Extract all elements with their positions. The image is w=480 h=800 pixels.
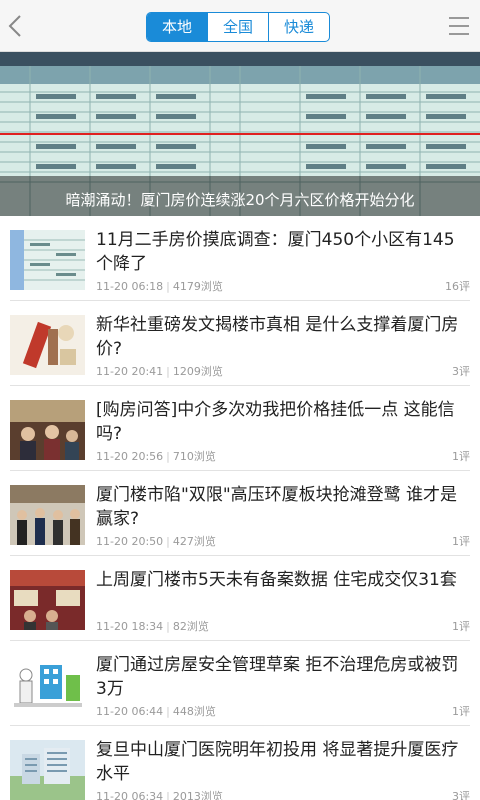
list-item[interactable]: 11月二手房价摸底调查：厦门450个小区有145个降了 11-20 06:18 |…: [10, 216, 470, 301]
item-comments: 1评: [452, 450, 470, 463]
item-comments: 3评: [452, 365, 470, 378]
item-title: 新华社重磅发文揭楼市真相 是什么支撑着厦门房价?: [96, 315, 459, 359]
thumbnail: [10, 230, 85, 290]
menu-button[interactable]: [440, 0, 480, 52]
item-time: 11-20 06:44: [96, 705, 164, 718]
item-views: 1209浏览: [172, 365, 223, 378]
menu-icon: [449, 17, 469, 35]
item-comments: 1评: [452, 535, 470, 548]
thumbnail: [10, 570, 85, 630]
item-title: 厦门通过房屋安全管理草案 拒不治理危房或被罚3万: [96, 655, 459, 699]
item-meta: 11-20 18:34 | 82浏览: [96, 620, 209, 633]
list-item[interactable]: 厦门通过房屋安全管理草案 拒不治理危房或被罚3万 11-20 06:44 | 448…: [10, 641, 470, 726]
list-item[interactable]: [购房问答]中介多次劝我把价格挂低一点 这能信吗? 11-20 20:56 | 71…: [10, 386, 470, 471]
item-meta: 11-20 06:44 | 448浏览: [96, 705, 216, 718]
item-time: 11-20 20:50: [96, 535, 164, 548]
region-segmented-control: 本地 全国 快递: [146, 12, 330, 42]
item-views: 427浏览: [172, 535, 216, 548]
item-views: 710浏览: [172, 450, 216, 463]
item-title: 11月二手房价摸底调查：厦门450个小区有145个降了: [96, 230, 455, 274]
item-views: 448浏览: [172, 705, 216, 718]
item-meta: 11-20 20:56 | 710浏览: [96, 450, 216, 463]
thumbnail: [10, 485, 85, 545]
item-meta: 11-20 06:18 | 4179浏览: [96, 280, 223, 293]
news-list: 11月二手房价摸底调查：厦门450个小区有145个降了 11-20 06:18 |…: [0, 216, 480, 800]
item-title: 上周厦门楼市5天未有备案数据 住宅成交仅31套: [96, 570, 457, 590]
tab-local[interactable]: 本地: [147, 13, 207, 41]
list-item[interactable]: 新华社重磅发文揭楼市真相 是什么支撑着厦门房价? 11-20 20:41 | 120…: [10, 301, 470, 386]
item-time: 11-20 20:41: [96, 365, 164, 378]
banner-caption: 暗潮涌动！厦门房价连续涨20个月六区价格开始分化: [65, 191, 415, 209]
item-time: 11-20 06:34: [96, 790, 164, 800]
item-comments: 16评: [445, 280, 470, 293]
thumbnail: [10, 315, 85, 375]
tab-express[interactable]: 快递: [268, 13, 329, 41]
item-time: 11-20 20:56: [96, 450, 164, 463]
thumbnail: [10, 740, 85, 800]
item-title: 厦门楼市陷"双限"高压环厦板块抢滩登鹭 谁才是赢家?: [96, 485, 458, 529]
item-comments: 1评: [452, 620, 470, 633]
back-button[interactable]: [0, 0, 36, 52]
thumbnail: [10, 400, 85, 460]
list-item[interactable]: 厦门楼市陷"双限"高压环厦板块抢滩登鹭 谁才是赢家? 11-20 20:50 | 4…: [10, 471, 470, 556]
item-views: 2013浏览: [172, 790, 223, 800]
item-meta: 11-20 06:34 | 2013浏览: [96, 788, 223, 800]
chevron-left-icon: [8, 15, 21, 37]
featured-banner[interactable]: 暗潮涌动！厦门房价连续涨20个月六区价格开始分化: [0, 52, 480, 216]
item-time: 11-20 06:18: [96, 280, 164, 293]
list-item[interactable]: 上周厦门楼市5天未有备案数据 住宅成交仅31套 11-20 18:34 | 82浏览…: [10, 556, 470, 641]
item-title: 复旦中山厦门医院明年初投用 将显著提升厦医疗水平: [96, 740, 459, 784]
item-title: [购房问答]中介多次劝我把价格挂低一点 这能信吗?: [96, 400, 455, 444]
item-comments: 1评: [452, 705, 470, 718]
item-meta: 11-20 20:50 | 427浏览: [96, 535, 216, 548]
list-item[interactable]: 复旦中山厦门医院明年初投用 将显著提升厦医疗水平 11-20 06:34 | 201…: [10, 726, 470, 800]
item-comments: 3评: [452, 790, 470, 800]
tab-national[interactable]: 全国: [207, 13, 268, 41]
item-views: 4179浏览: [172, 280, 223, 293]
top-bar: 本地 全国 快递: [0, 0, 480, 52]
item-views: 82浏览: [172, 620, 209, 633]
thumbnail: [10, 655, 85, 715]
item-time: 11-20 18:34: [96, 620, 164, 633]
item-meta: 11-20 20:41 | 1209浏览: [96, 365, 223, 378]
